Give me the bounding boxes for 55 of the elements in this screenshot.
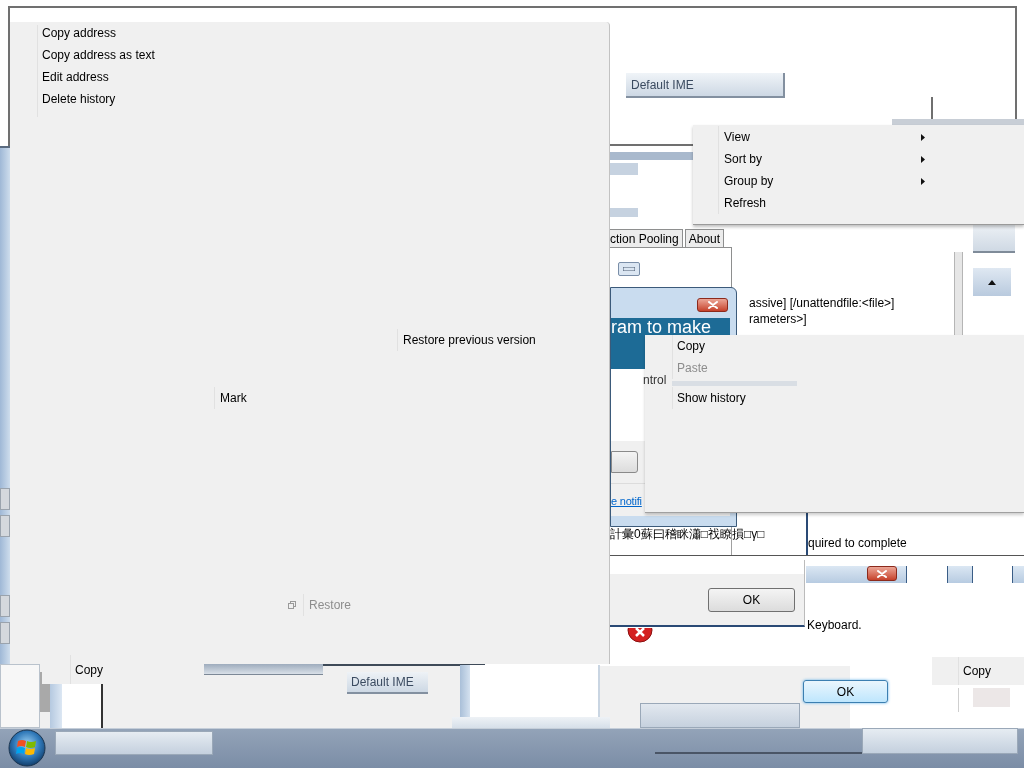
ok-button[interactable]: OK [803,680,888,703]
window-frame [973,223,1015,253]
list-pane [62,684,103,728]
tab[interactable]: About [684,229,725,247]
list-row [607,208,638,217]
submenu-arrow-icon [921,133,925,141]
console-line: assive] [/unattendfile:<file>] [749,295,895,311]
close-button[interactable] [867,566,897,581]
menu-item[interactable]: Show history [672,387,797,409]
close-icon [707,301,718,309]
start-orb-icon[interactable] [8,729,46,767]
menu-item[interactable]: Group by [718,170,935,192]
blank-tile [973,688,1010,707]
side-tab[interactable] [0,595,10,617]
banner-text: ram to make [611,318,712,335]
ok-button[interactable]: OK [708,588,795,612]
title-bar [947,566,973,583]
menu-item[interactable]: Copy [70,655,111,684]
side-tab[interactable] [0,622,10,644]
menu-item[interactable]: Copy address [38,22,258,44]
title-bar [1012,566,1024,583]
taskbar-button[interactable] [862,728,1018,754]
scroll-up-button[interactable] [973,268,1011,296]
menu-item[interactable]: Copy [672,335,797,357]
close-button[interactable] [697,298,728,312]
ime-window: Default IME [347,672,428,694]
side-tab[interactable] [0,488,10,510]
error-message: Keyboard. [807,618,862,633]
ime-window: Default IME [626,73,785,98]
menu-item[interactable]: Restore previous version [397,329,544,351]
menu-item[interactable]: Mark [214,387,255,409]
menu-item[interactable]: Edit address [38,66,258,88]
dialog-button[interactable] [611,451,638,473]
menu-item[interactable]: Delete history [38,88,258,110]
garbled-text: 計彙0蘇曰稽眯瀟□䄀瞭損□γ□ [610,527,765,541]
panel-button[interactable] [618,262,640,276]
error-icon [627,628,653,643]
menu-item[interactable]: Copy [958,657,999,685]
menu-item[interactable]: Sort by [718,148,935,170]
submenu-arrow-icon [921,155,925,163]
window-text: quired to complete [808,536,907,551]
restore-window-icon [287,601,296,609]
menu-item[interactable]: View [718,126,935,148]
taskbar-button[interactable] [55,731,213,755]
caret-up-icon [988,279,996,285]
dash-icon [623,267,635,271]
submenu-arrow-icon [921,177,925,185]
notification-link[interactable]: e notifi [611,494,642,508]
menu-item[interactable]: Copy address as text [38,44,258,66]
blank-button[interactable] [640,703,800,728]
console-line: rameters>] [749,311,807,327]
menu-item[interactable]: Refresh [718,192,935,214]
side-tab[interactable] [0,515,10,537]
close-icon [877,569,887,578]
dialog-text: ntrol [643,373,667,387]
